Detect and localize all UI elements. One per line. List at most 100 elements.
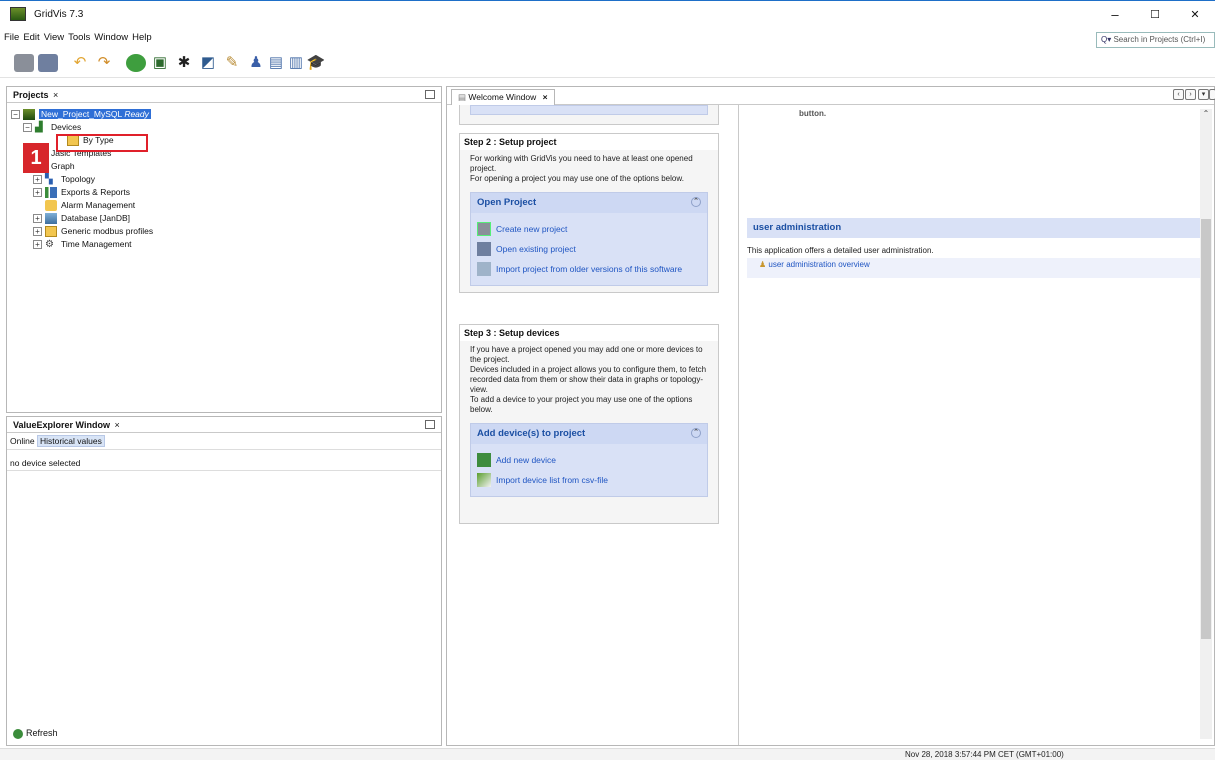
projects-close-icon[interactable]: ×: [53, 90, 58, 100]
step2-desc: For working with GridVis you need to hav…: [470, 154, 693, 183]
collapse-icon[interactable]: −: [11, 110, 20, 120]
menu-help[interactable]: Help: [132, 32, 152, 43]
value-explorer-tab-title[interactable]: ValueExplorer Window: [13, 420, 110, 430]
tab-historical-values[interactable]: Historical values: [36, 435, 105, 447]
redo-icon[interactable]: ↷: [94, 54, 114, 72]
add-new-device-link[interactable]: Add new device: [471, 450, 707, 470]
minimize-panel-icon[interactable]: [425, 420, 435, 429]
add-device-icon: [477, 453, 491, 467]
device-icon[interactable]: ▣: [150, 54, 170, 72]
step-number-badge: 1: [23, 143, 49, 173]
add-devices-header[interactable]: Add device(s) to project ⌃: [471, 424, 707, 444]
tree-item-alarm-management[interactable]: Alarm Management: [45, 199, 135, 212]
user-icon[interactable]: ♟: [246, 54, 266, 72]
new-project-icon: [477, 222, 491, 236]
user-admin-overview-link[interactable]: ♟ user administration overview: [747, 258, 1202, 278]
projects-header: Projects ×: [7, 87, 441, 103]
tree-item-devices[interactable]: − ▟ Devices: [23, 121, 81, 134]
value-explorer-header: ValueExplorer Window ×: [7, 417, 441, 433]
tree-item-generic-modbus[interactable]: + Generic modbus profiles: [33, 225, 153, 238]
tab-left-icon[interactable]: ‹: [1173, 89, 1184, 100]
welcome-close-icon[interactable]: ×: [543, 92, 548, 102]
refresh-button[interactable]: Refresh: [13, 728, 58, 739]
expand-icon[interactable]: +: [33, 175, 42, 185]
menu-bar: File Edit View Tools Window Help: [0, 28, 1215, 48]
welcome-tab-bar: ▤ Welcome Window × ‹ › ▾: [447, 87, 1215, 105]
menu-tools[interactable]: Tools: [68, 32, 90, 43]
export-icon[interactable]: ▥: [286, 54, 306, 72]
sync-icon[interactable]: [126, 54, 146, 72]
app-logo-icon: [10, 7, 26, 21]
open-project-icon[interactable]: [38, 54, 58, 72]
device-status-text: no device selected: [7, 455, 441, 471]
open-existing-project-link[interactable]: Open existing project: [471, 239, 707, 259]
import-project-link[interactable]: Import project from older versions of th…: [471, 259, 707, 279]
devices-icon: ▟: [35, 122, 43, 134]
alarm-icon: [45, 200, 57, 212]
topology-tool-icon[interactable]: ✱: [174, 54, 194, 72]
collapse-chevron-icon[interactable]: ⌃: [691, 428, 701, 438]
highlight-box: [56, 134, 148, 152]
search-input[interactable]: Q▾ Search in Projects (Ctrl+I): [1096, 32, 1215, 48]
add-devices-box: Add device(s) to project ⌃ Add new devic…: [470, 423, 708, 497]
users-icon: ♟: [759, 260, 767, 269]
close-button[interactable]: ✕: [1180, 5, 1210, 25]
folder-icon: [45, 226, 57, 238]
tab-online[interactable]: Online: [10, 436, 35, 446]
menu-file[interactable]: File: [4, 32, 19, 43]
expand-icon[interactable]: +: [33, 214, 42, 224]
tree-item-project[interactable]: − New_Project_MySQL Ready: [11, 108, 151, 121]
welcome-tab-icon: ▤: [458, 92, 469, 102]
menu-edit[interactable]: Edit: [23, 32, 39, 43]
menu-window[interactable]: Window: [94, 32, 128, 43]
refresh-icon: [13, 729, 23, 739]
new-project-icon[interactable]: [14, 54, 34, 72]
tree-item-time-management[interactable]: + ⚙ Time Management: [33, 238, 132, 251]
expand-icon[interactable]: +: [33, 188, 42, 198]
maximize-window-icon[interactable]: [1209, 89, 1215, 100]
tools-icon[interactable]: ✎: [222, 54, 242, 72]
step3-desc: If you have a project opened you may add…: [470, 345, 707, 414]
open-project-header[interactable]: Open Project ⌃: [471, 193, 707, 213]
menu-view[interactable]: View: [44, 32, 64, 43]
report-icon[interactable]: ◩: [198, 54, 218, 72]
step3-section: Step 3 : Setup devices If you have a pro…: [459, 324, 719, 524]
expand-icon[interactable]: +: [33, 240, 42, 250]
expand-icon[interactable]: +: [33, 227, 42, 237]
maximize-button[interactable]: ☐: [1140, 5, 1170, 25]
open-project-box: Open Project ⌃ Create new project Open e…: [470, 192, 708, 286]
tab-right-icon[interactable]: ›: [1185, 89, 1196, 100]
step3-title: Step 3 : Setup devices: [460, 325, 718, 341]
minimize-button[interactable]: –: [1100, 5, 1130, 25]
open-project-icon: [477, 242, 491, 256]
projects-tab-title[interactable]: Projects: [13, 90, 49, 100]
topology-icon: ▚: [45, 174, 53, 186]
scroll-thumb[interactable]: [1201, 219, 1211, 639]
undo-icon[interactable]: ↶: [70, 54, 90, 72]
partial-text: button.: [799, 109, 827, 118]
value-explorer-close-icon[interactable]: ×: [114, 420, 119, 430]
tree-item-database[interactable]: + Database [JanDB]: [33, 212, 130, 225]
create-new-project-link[interactable]: Create new project: [471, 219, 707, 239]
vertical-scrollbar[interactable]: ⌃: [1200, 109, 1212, 739]
tree-item-exports-reports[interactable]: + Exports & Reports: [33, 186, 130, 199]
import-csv-link[interactable]: Import device list from csv-file: [471, 470, 707, 490]
collapse-icon[interactable]: −: [23, 123, 32, 133]
csv-import-icon: [477, 473, 491, 487]
step2-section: Step 2 : Setup project For working with …: [459, 133, 719, 293]
tab-list-icon[interactable]: ▾: [1198, 89, 1209, 100]
step2-title: Step 2 : Setup project: [460, 134, 718, 150]
graduation-cap-icon[interactable]: 🎓: [306, 54, 326, 72]
reports-icon: [45, 187, 57, 199]
list-icon[interactable]: ▤: [266, 54, 286, 72]
collapse-chevron-icon[interactable]: ⌃: [691, 197, 701, 207]
minimize-panel-icon[interactable]: [425, 90, 435, 99]
scroll-up-icon[interactable]: ⌃: [1200, 109, 1212, 118]
value-tabs: Online Historical values: [7, 434, 441, 450]
import-icon: [477, 262, 491, 276]
user-admin-text: This application offers a detailed user …: [747, 246, 934, 255]
tab-welcome-window[interactable]: ▤ Welcome Window ×: [451, 89, 555, 105]
project-icon: [23, 109, 35, 121]
toolbar: ↶ ↷ ▣ ✱ ◩ ✎ ♟ ▤ ▥ 🎓: [0, 48, 1215, 78]
tree-item-topology[interactable]: + ▚ Topology: [33, 173, 95, 186]
